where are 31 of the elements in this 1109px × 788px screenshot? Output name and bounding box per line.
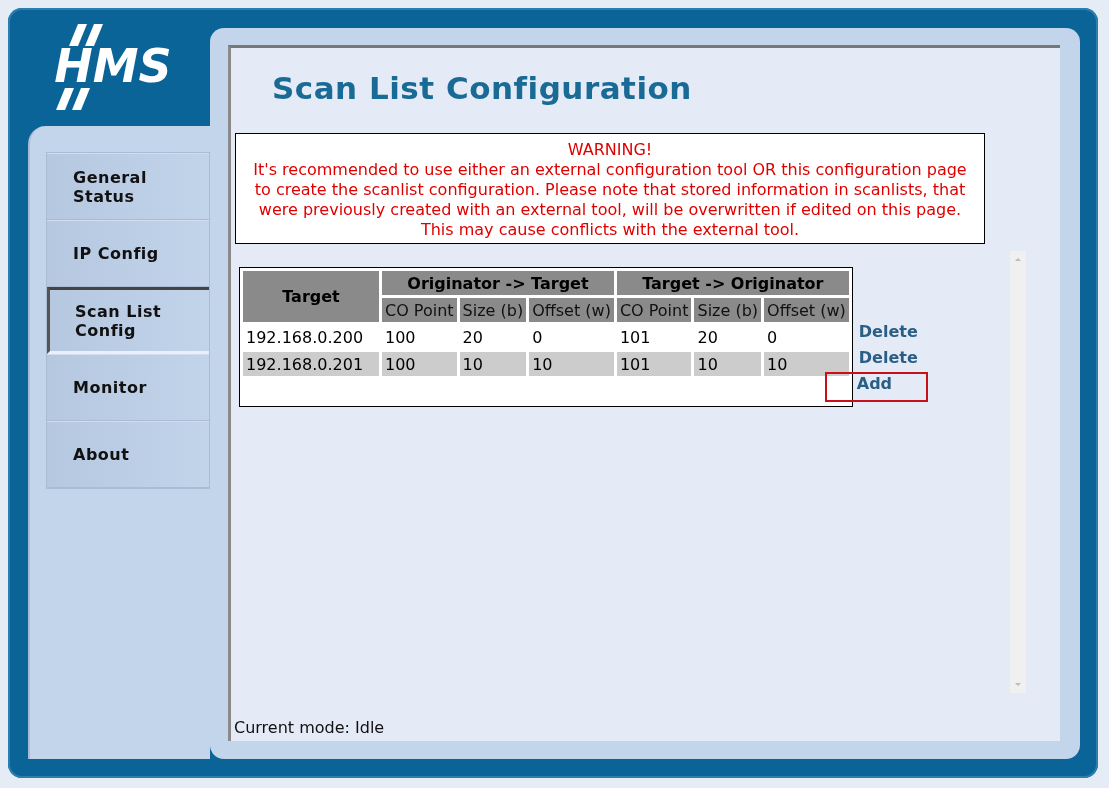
table-cell: 100 bbox=[382, 352, 457, 376]
nav-item[interactable]: About bbox=[47, 421, 209, 488]
table-cell: 10 bbox=[459, 352, 527, 376]
column-header: Offset (w) bbox=[529, 298, 614, 322]
table-cell: 10 bbox=[529, 352, 614, 376]
nav-item[interactable]: General Status bbox=[47, 153, 209, 220]
delete-link[interactable]: Delete bbox=[856, 348, 927, 368]
delete-link[interactable]: Delete bbox=[856, 322, 927, 342]
column-group-header: Target -> Originator bbox=[616, 271, 849, 295]
table-cell: 101 bbox=[616, 352, 692, 376]
scroll-up-icon[interactable] bbox=[1014, 255, 1022, 263]
table-cell: 10 bbox=[764, 352, 849, 376]
column-header: Size (b) bbox=[694, 298, 762, 322]
nav-item[interactable]: IP Config bbox=[47, 220, 209, 287]
column-header: CO Point bbox=[382, 298, 457, 322]
scrollbar[interactable] bbox=[1010, 251, 1026, 693]
page-title: Scan List Configuration bbox=[272, 70, 693, 108]
warning-message: WARNING! It's recommended to use either an external configuration tool OR this configuration page to create the scanlist configuration. Please note that stored information in scanlists, that were previously created with an external tool, will be overwritten if edited on this page. This may cause conflicts with the external tool. bbox=[235, 133, 985, 244]
column-group-header: Originator -> Target bbox=[382, 271, 614, 295]
nav-item[interactable]: Scan List Config bbox=[47, 287, 209, 354]
status-text: Current mode: Idle bbox=[234, 718, 386, 737]
column-header: Target bbox=[243, 271, 379, 322]
column-header: Size (b) bbox=[459, 298, 527, 322]
add-link[interactable]: Add bbox=[826, 374, 927, 400]
scroll-down-icon[interactable] bbox=[1014, 681, 1022, 689]
column-header: CO Point bbox=[616, 298, 692, 322]
logo-drawing: HMS bbox=[38, 24, 188, 110]
column-header: Offset (w) bbox=[764, 298, 849, 322]
table-cell: 10 bbox=[694, 352, 762, 376]
nav-item[interactable]: Monitor bbox=[47, 354, 209, 421]
table-cell: 192.168.0.201 bbox=[243, 352, 379, 376]
